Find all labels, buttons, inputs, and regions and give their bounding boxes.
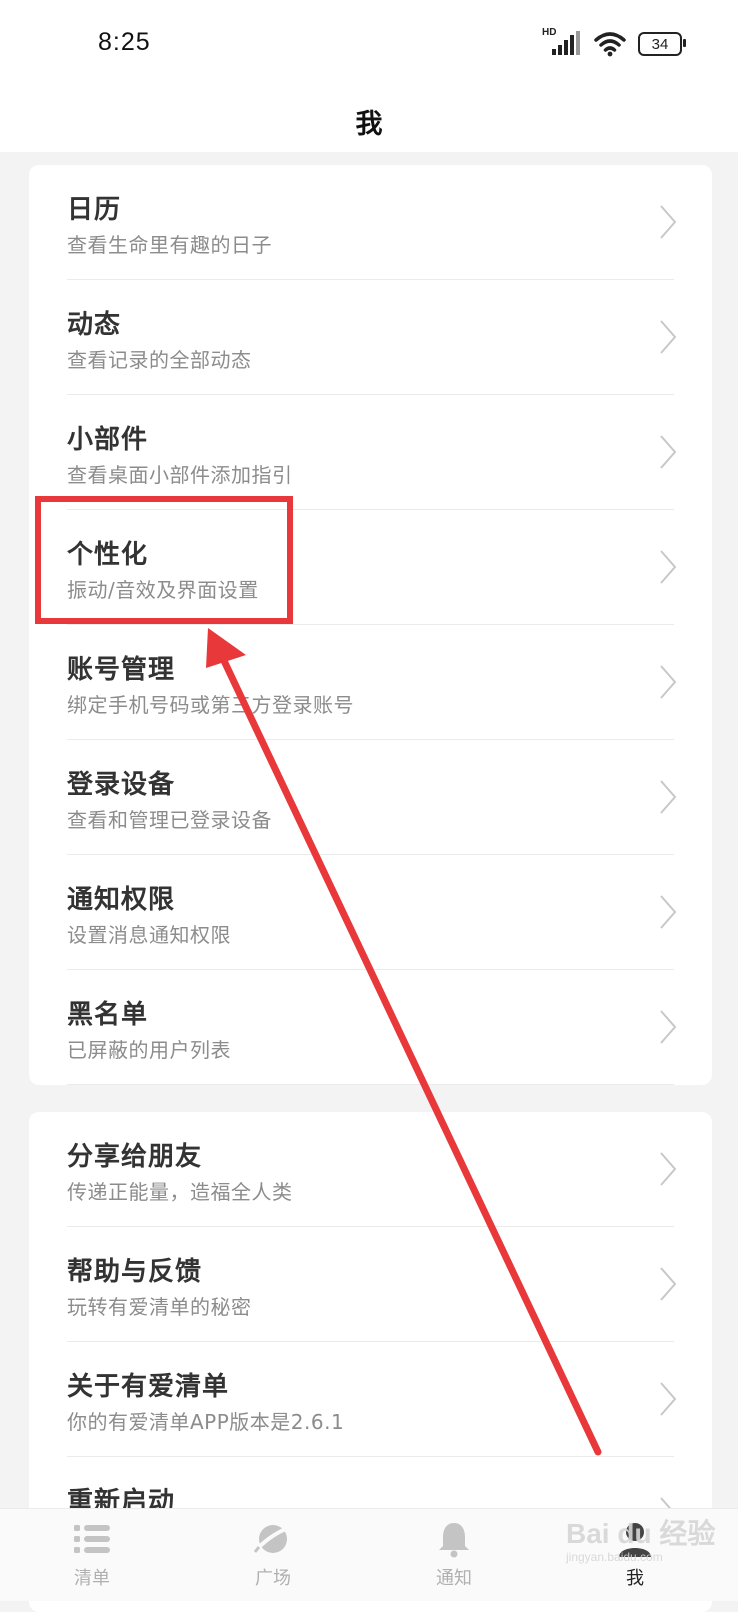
list-icon	[74, 1525, 110, 1553]
menu-item-blacklist[interactable]: 黑名单 已屏蔽的用户列表	[29, 970, 712, 1085]
menu-item-title: 小部件	[67, 425, 149, 455]
tab-notifications[interactable]: 通知	[362, 1509, 546, 1601]
chevron-right-icon	[660, 1382, 677, 1416]
menu-item-login-devices[interactable]: 登录设备 查看和管理已登录设备	[29, 740, 712, 855]
page-title: 我	[355, 109, 383, 140]
tab-label: 通知	[436, 1568, 472, 1589]
menu-item-title: 黑名单	[67, 1000, 149, 1030]
divider	[67, 1084, 674, 1085]
watermark-url: jingyan.baidu.com	[566, 1550, 663, 1564]
menu-item-title: 日历	[67, 195, 122, 225]
network-label: HD	[542, 27, 557, 38]
highlight-box	[35, 496, 293, 624]
menu-item-calendar[interactable]: 日历 查看生命里有趣的日子	[29, 165, 712, 280]
menu-item-title: 账号管理	[67, 655, 176, 685]
menu-card-main: 日历 查看生命里有趣的日子 动态 查看记录的全部动态 小部件 查看桌面小部件添加…	[29, 165, 712, 1085]
battery-level: 34	[651, 35, 669, 53]
menu-item-title: 帮助与反馈	[67, 1257, 203, 1287]
menu-item-subtitle: 查看和管理已登录设备	[67, 808, 272, 832]
menu-item-subtitle: 传递正能量，造福全人类	[67, 1180, 293, 1204]
tab-square[interactable]: 广场	[181, 1509, 365, 1601]
menu-item-subtitle: 玩转有爱清单的秘密	[67, 1295, 252, 1319]
menu-item-subtitle: 查看生命里有趣的日子	[67, 233, 272, 257]
menu-item-title: 通知权限	[67, 885, 176, 915]
chevron-right-icon	[660, 435, 677, 469]
chevron-right-icon	[660, 1267, 677, 1301]
chevron-right-icon	[660, 550, 677, 584]
menu-item-title: 关于有爱清单	[67, 1372, 230, 1402]
menu-item-subtitle: 已屏蔽的用户列表	[67, 1038, 231, 1062]
chevron-right-icon	[660, 665, 677, 699]
chevron-right-icon	[660, 320, 677, 354]
chevron-right-icon	[660, 895, 677, 929]
chevron-right-icon	[660, 1010, 677, 1044]
menu-item-subtitle: 绑定手机号码或第三方登录账号	[67, 693, 354, 717]
bell-icon	[439, 1523, 469, 1558]
status-time: 8:25	[98, 28, 151, 56]
chevron-right-icon	[660, 780, 677, 814]
menu-item-widgets[interactable]: 小部件 查看桌面小部件添加指引	[29, 395, 712, 510]
watermark-brand: Bai du 经验	[566, 1518, 716, 1549]
menu-item-title: 分享给朋友	[67, 1142, 203, 1172]
menu-item-title: 登录设备	[67, 770, 176, 800]
menu-item-notification-permission[interactable]: 通知权限 设置消息通知权限	[29, 855, 712, 970]
tab-list[interactable]: 清单	[0, 1509, 184, 1601]
planet-icon	[253, 1525, 292, 1553]
wifi-icon	[594, 32, 626, 57]
tab-label: 清单	[74, 1568, 110, 1589]
menu-item-account-management[interactable]: 账号管理 绑定手机号码或第三方登录账号	[29, 625, 712, 740]
menu-item-title: 动态	[67, 310, 122, 340]
tab-label: 我	[626, 1568, 644, 1589]
chevron-right-icon	[660, 1152, 677, 1186]
page-header: 我	[0, 90, 738, 152]
menu-item-subtitle: 查看桌面小部件添加指引	[67, 463, 293, 487]
battery-icon: 34	[638, 32, 686, 56]
menu-item-share[interactable]: 分享给朋友 传递正能量，造福全人类	[29, 1112, 712, 1227]
watermark: Bai du 经验 jingyan.baidu.com	[566, 1512, 715, 1564]
chevron-right-icon	[660, 205, 677, 239]
menu-item-help-feedback[interactable]: 帮助与反馈 玩转有爱清单的秘密	[29, 1227, 712, 1342]
tab-label: 广场	[255, 1568, 291, 1589]
status-bar: 8:25 HD 34	[0, 0, 738, 90]
signal-icon: HD	[542, 27, 582, 57]
menu-item-activity[interactable]: 动态 查看记录的全部动态	[29, 280, 712, 395]
menu-item-subtitle: 设置消息通知权限	[67, 923, 231, 947]
menu-item-about[interactable]: 关于有爱清单 你的有爱清单APP版本是2.6.1	[29, 1342, 712, 1457]
menu-item-subtitle: 你的有爱清单APP版本是2.6.1	[67, 1410, 345, 1434]
status-icons: HD 34	[542, 27, 686, 59]
menu-item-subtitle: 查看记录的全部动态	[67, 348, 252, 372]
